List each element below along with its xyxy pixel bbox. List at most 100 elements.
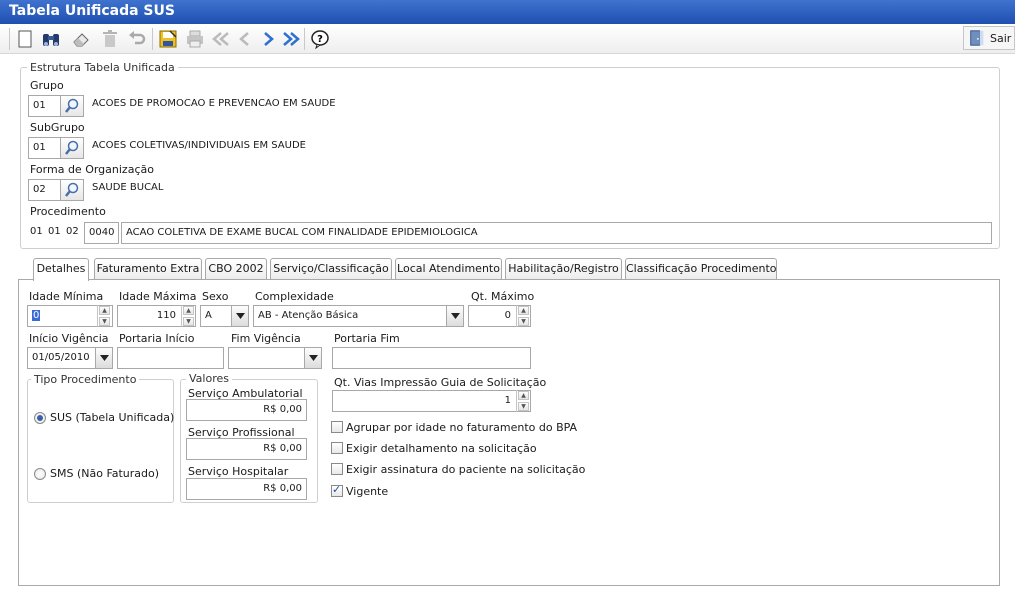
idade-minima-spin[interactable]: ▲ ▼ — [97, 305, 111, 327]
chevron-down-icon — [235, 313, 245, 319]
fim-vigencia-calendar-button[interactable] — [304, 348, 321, 368]
tab-local-atendimento[interactable]: Local Atendimento — [395, 258, 502, 280]
undo-icon[interactable] — [126, 28, 148, 50]
next-record-icon[interactable] — [257, 28, 279, 50]
procedimento-prefix-subgrupo: 01 — [48, 226, 61, 237]
spin-down-icon[interactable]: ▼ — [518, 317, 529, 326]
tab-servico-classificacao[interactable]: Serviço/Classificação — [270, 258, 392, 280]
exit-button-label: Sair — [990, 31, 1012, 45]
chevron-down-icon — [308, 355, 318, 361]
exit-button[interactable]: Sair — [963, 26, 1015, 50]
complexidade-select[interactable]: AB - Atenção Básica — [253, 305, 464, 327]
previous-record-icon[interactable] — [234, 28, 256, 50]
agrupar-idade-label: Agrupar por idade no faturamento do BPA — [346, 421, 578, 434]
tab-habilitacao-registro[interactable]: Habilitação/Registro — [505, 258, 622, 280]
sexo-label: Sexo — [202, 290, 229, 303]
subgrupo-search-button[interactable] — [60, 137, 84, 159]
print-icon[interactable] — [184, 28, 206, 50]
tipo-procedimento-legend: Tipo Procedimento — [31, 373, 140, 386]
procedimento-code-field[interactable]: 0040 — [84, 222, 119, 244]
magnifier-icon — [65, 98, 79, 113]
tipo-sms-label: SMS (Não Faturado) — [50, 467, 160, 480]
tipo-procedimento-groupbox — [27, 379, 174, 503]
forma-organizacao-code-field[interactable]: 02 — [28, 179, 61, 201]
window-title: Tabela Unificada SUS — [9, 3, 175, 19]
idade-maxima-label: Idade Máxima — [119, 290, 197, 303]
fim-vigencia-label: Fim Vigência — [231, 332, 301, 345]
agrupar-idade-checkbox[interactable] — [331, 421, 343, 433]
window-title-bar: Tabela Unificada SUS — [0, 0, 1015, 24]
toolbar: ? — [0, 24, 1015, 54]
portaria-inicio-field[interactable] — [117, 347, 224, 369]
spin-down-icon[interactable]: ▼ — [183, 317, 194, 326]
delete-trash-icon[interactable] — [99, 28, 121, 50]
toolbar-separator — [304, 28, 305, 50]
idade-minima-label: Idade Mínima — [29, 290, 104, 303]
idade-minima-value: 0 — [32, 310, 41, 321]
forma-organizacao-description: SAUDE BUCAL — [92, 182, 164, 193]
tipo-sms-radio[interactable] — [34, 468, 46, 480]
qt-maximo-spin[interactable]: ▲ ▼ — [516, 305, 530, 327]
qt-vias-stepper[interactable]: 1 — [332, 390, 531, 412]
complexidade-label: Complexidade — [255, 290, 334, 303]
tab-label: CBO 2002 — [208, 262, 264, 275]
procedimento-description-field[interactable]: ACAO COLETIVA DE EXAME BUCAL COM FINALID… — [121, 222, 992, 244]
qt-vias-spin[interactable]: ▲ ▼ — [516, 390, 530, 412]
inicio-vigencia-calendar-button[interactable] — [95, 348, 112, 368]
chevron-down-icon — [99, 355, 109, 361]
tab-detalhes[interactable]: Detalhes — [33, 258, 89, 281]
vigente-label: Vigente — [346, 485, 389, 498]
tipo-sus-radio[interactable] — [34, 412, 46, 424]
sexo-dropdown-button[interactable] — [231, 306, 248, 326]
tab-cbo-2002[interactable]: CBO 2002 — [205, 258, 267, 280]
servico-hospitalar-field[interactable]: R$ 0,00 — [186, 478, 307, 500]
procedimento-prefix-grupo: 01 — [30, 226, 43, 237]
exigir-detalhamento-checkbox[interactable] — [331, 442, 343, 454]
spin-up-icon[interactable]: ▲ — [518, 306, 529, 315]
subgrupo-label: SubGrupo — [30, 121, 85, 134]
valores-legend: Valores — [186, 372, 232, 385]
qt-vias-label: Qt. Vias Impressão Guia de Solicitação — [334, 376, 547, 389]
tipo-sus-label: SUS (Tabela Unificada) — [50, 411, 175, 424]
tab-label: Local Atendimento — [397, 262, 500, 275]
toolbar-separator — [152, 28, 153, 50]
servico-ambulatorial-field[interactable]: R$ 0,00 — [186, 399, 307, 421]
svg-text:?: ? — [317, 34, 323, 45]
first-record-icon[interactable] — [210, 28, 232, 50]
save-icon[interactable] — [157, 28, 179, 50]
spin-down-icon[interactable]: ▼ — [518, 402, 529, 411]
spin-down-icon[interactable]: ▼ — [99, 317, 110, 326]
search-binoculars-icon[interactable] — [40, 28, 62, 50]
tab-faturamento-extra[interactable]: Faturamento Extra — [94, 258, 202, 280]
spin-up-icon[interactable]: ▲ — [183, 306, 194, 315]
grupo-search-button[interactable] — [60, 95, 84, 117]
spin-up-icon[interactable]: ▲ — [518, 391, 529, 400]
new-icon[interactable] — [14, 28, 36, 50]
exigir-assinatura-label: Exigir assinatura do paciente na solicit… — [346, 463, 586, 476]
complexidade-dropdown-button[interactable] — [446, 306, 463, 326]
procedimento-prefix-forma: 02 — [66, 226, 79, 237]
estrutura-legend: Estrutura Tabela Unificada — [27, 61, 178, 74]
eraser-icon[interactable] — [70, 28, 92, 50]
last-record-icon[interactable] — [280, 28, 302, 50]
grupo-description: ACOES DE PROMOCAO E PREVENCAO EM SAUDE — [92, 98, 336, 109]
inicio-vigencia-label: Início Vigência — [29, 332, 109, 345]
chevron-down-icon — [450, 313, 460, 319]
subgrupo-code-field[interactable]: 01 — [28, 137, 61, 159]
tab-classificacao-procedimento[interactable]: Classificação Procedimento — [625, 258, 777, 280]
spin-up-icon[interactable]: ▲ — [99, 306, 110, 315]
exigir-assinatura-checkbox[interactable] — [331, 463, 343, 475]
forma-organizacao-search-button[interactable] — [60, 179, 84, 201]
grupo-code-field[interactable]: 01 — [28, 95, 61, 117]
portaria-fim-label: Portaria Fim — [334, 332, 400, 345]
qt-maximo-label: Qt. Máximo — [471, 290, 535, 303]
exigir-detalhamento-label: Exigir detalhamento na solicitação — [346, 442, 537, 455]
vigente-checkbox[interactable] — [331, 483, 343, 497]
tab-label: Serviço/Classificação — [273, 262, 389, 275]
tab-label: Detalhes — [36, 262, 86, 275]
portaria-fim-field[interactable] — [332, 347, 531, 369]
servico-profissional-field[interactable]: R$ 0,00 — [186, 438, 307, 460]
grupo-label: Grupo — [30, 79, 64, 92]
idade-maxima-spin[interactable]: ▲ ▼ — [181, 305, 195, 327]
help-icon[interactable]: ? — [309, 28, 331, 50]
